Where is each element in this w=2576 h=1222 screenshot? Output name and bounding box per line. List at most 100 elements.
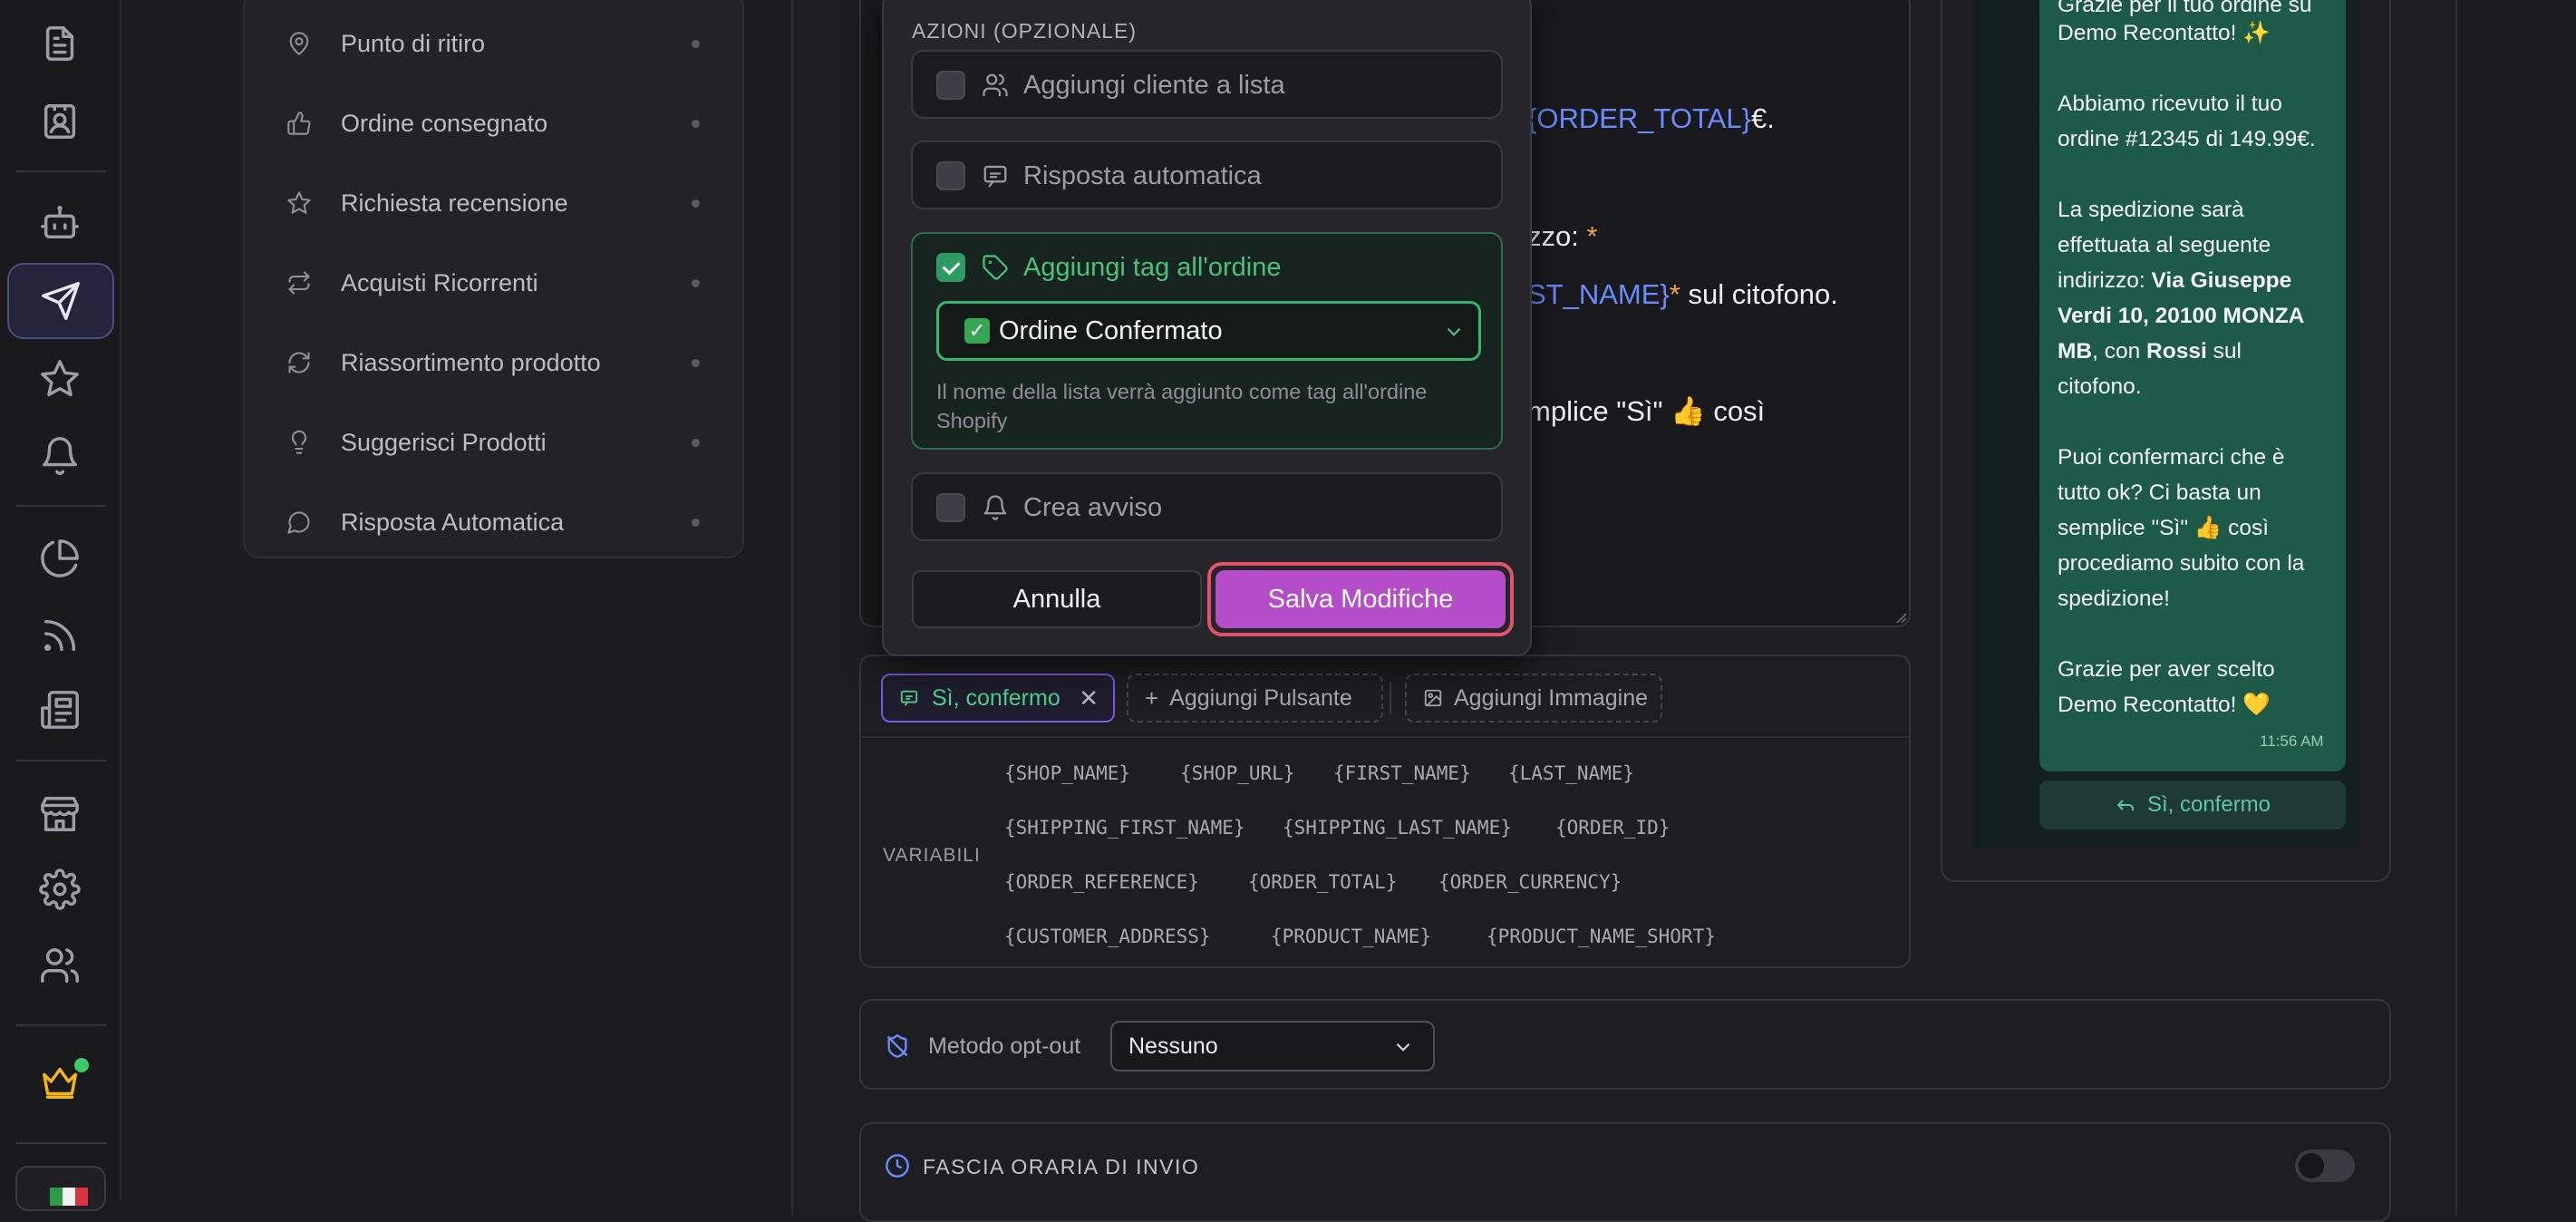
menu-item-punto-di-ritiro[interactable]: Punto di ritiro xyxy=(286,24,721,63)
action-add-to-list[interactable]: Aggiungi cliente a lista xyxy=(911,50,1503,119)
remove-chip-icon[interactable]: ✕ xyxy=(1079,684,1099,713)
message-reply-icon xyxy=(900,690,918,706)
status-dot xyxy=(74,1058,89,1072)
message-time: 11:56 AM xyxy=(2260,732,2324,750)
send-time-window-label: FASCIA ORARIA DI INVIO xyxy=(923,1155,1200,1178)
menu-item-dot xyxy=(692,278,700,287)
flows-menu: Punto di ritiro Ordine consegnato Richie… xyxy=(243,0,744,558)
variable-token[interactable]: {ORDER_REFERENCE} xyxy=(1004,871,1199,893)
menu-item-richiesta-recensione[interactable]: Richiesta recensione xyxy=(286,183,721,223)
checkbox[interactable] xyxy=(936,161,965,190)
send-time-window-section: FASCIA ORARIA DI INVIO xyxy=(859,1122,2391,1222)
lightbulb-icon xyxy=(291,430,306,454)
variable-token[interactable]: {SHOP_URL} xyxy=(1180,762,1294,784)
image-icon xyxy=(1424,689,1442,707)
cancel-button[interactable]: Annulla xyxy=(912,570,1202,628)
preview-line: ordine #12345 di 149.99€. xyxy=(2058,127,2316,151)
variable-token[interactable]: {PRODUCT_NAME} xyxy=(1271,926,1431,947)
contact-card-icon[interactable] xyxy=(30,92,90,151)
menu-item-dot xyxy=(692,358,700,367)
message-line-2: zzo: * xyxy=(1527,220,1598,252)
chevron-down-icon xyxy=(1396,1043,1410,1052)
variable-token[interactable]: {LAST_NAME} xyxy=(1508,762,1634,784)
menu-item-dot xyxy=(692,119,700,128)
rail-divider xyxy=(15,505,106,507)
resize-handle-icon[interactable] xyxy=(1893,609,1907,624)
variable-token[interactable]: {SHOP_NAME} xyxy=(1004,762,1130,784)
optout-value: Nessuno xyxy=(1128,1033,1218,1059)
order-tag-select[interactable]: ✓ Ordine Confermato xyxy=(936,301,1481,361)
order-tag-hint: Il nome della lista verrà aggiunto come … xyxy=(936,380,1428,432)
settings-icon[interactable] xyxy=(30,859,90,919)
store-icon[interactable] xyxy=(30,784,90,844)
menu-item-suggerisci-prodotti[interactable]: Suggerisci Prodotti xyxy=(286,422,721,462)
add-button-button[interactable]: + Aggiungi Pulsante xyxy=(1127,674,1383,723)
preview-line: Grazie per aver scelto xyxy=(2058,657,2275,682)
send-time-window-toggle[interactable] xyxy=(2295,1149,2355,1182)
menu-item-dot xyxy=(692,518,700,527)
thumbs-up-icon xyxy=(287,112,311,135)
add-image-button[interactable]: Aggiungi Immagine xyxy=(1405,674,1662,723)
checkbox-checked[interactable] xyxy=(936,253,965,282)
newspaper-icon[interactable] xyxy=(30,680,90,740)
action-label: Aggiungi tag all'ordine xyxy=(1023,252,1282,282)
action-label: Risposta automatica xyxy=(1023,160,1262,190)
users-icon[interactable] xyxy=(30,936,90,995)
preview-line: Demo Recontatto! ✨ xyxy=(2058,21,2271,45)
refresh-icon xyxy=(288,352,310,373)
variable-token[interactable]: {SHIPPING_LAST_NAME} xyxy=(1283,817,1512,839)
preview-line: spedizione! xyxy=(2058,587,2170,611)
action-create-alert[interactable]: Crea avviso xyxy=(911,472,1503,541)
preview-line: semplice "Sì" 👍 così xyxy=(2058,516,2270,540)
menu-item-label: Suggerisci Prodotti xyxy=(341,428,547,456)
send-icon[interactable] xyxy=(7,263,114,339)
preview-reply-button: Sì, confermo xyxy=(2039,781,2346,829)
variable-token[interactable]: {ORDER_TOTAL} xyxy=(1248,871,1397,893)
star-icon xyxy=(287,191,311,214)
variable-token[interactable]: {CUSTOMER_ADDRESS} xyxy=(1004,926,1211,947)
pie-chart-icon[interactable] xyxy=(30,529,90,588)
menu-item-dot xyxy=(692,199,700,208)
users-icon xyxy=(983,73,1008,97)
menu-item-label: Ordine consegnato xyxy=(341,109,548,137)
buttons-variables-panel: Sì, confermo ✕ + Aggiungi Pulsante Aggiu… xyxy=(859,655,1911,968)
optout-select[interactable]: Nessuno xyxy=(1110,1021,1435,1072)
order-tag-value: Ordine Confermato xyxy=(999,315,1223,345)
preview-line: La spedizione sarà xyxy=(2058,198,2244,222)
checkbox[interactable] xyxy=(936,71,965,100)
buttons-divider xyxy=(1390,682,1391,714)
action-label: Crea avviso xyxy=(1023,492,1163,522)
preview-line: indirizzo: Via Giuseppe xyxy=(2058,268,2292,293)
bell-icon[interactable] xyxy=(30,426,90,486)
menu-item-label: Acquisti Ricorrenti xyxy=(341,268,538,296)
action-auto-reply[interactable]: Risposta automatica xyxy=(911,141,1503,209)
language-flag-icon[interactable] xyxy=(15,1166,106,1211)
shield-off-icon xyxy=(886,1034,908,1058)
star-icon[interactable] xyxy=(30,349,90,409)
document-icon[interactable] xyxy=(30,14,90,73)
preview-line: tutto ok? Ci basta un xyxy=(2058,480,2261,505)
preview-line: procediamo subito con la xyxy=(2058,551,2305,576)
menu-item-risposta-automatica[interactable]: Risposta Automatica xyxy=(286,502,721,542)
check-mark-icon: ✓ xyxy=(964,318,990,344)
variable-token[interactable]: {SHIPPING_FIRST_NAME} xyxy=(1004,817,1245,839)
repeat-icon xyxy=(288,271,310,295)
variable-token[interactable]: {ORDER_ID} xyxy=(1555,817,1670,839)
variable-token[interactable]: {PRODUCT_NAME_SHORT} xyxy=(1487,926,1716,947)
rss-icon[interactable] xyxy=(30,606,90,665)
checkbox[interactable] xyxy=(936,493,965,522)
preview-line: Puoi confermarci che è xyxy=(2058,445,2285,470)
variable-token[interactable]: {FIRST_NAME} xyxy=(1333,762,1471,784)
menu-item-riassortimento-prodotto[interactable]: Riassortimento prodotto xyxy=(286,343,721,383)
save-button[interactable]: Salva Modifiche xyxy=(1215,570,1506,628)
menu-item-acquisti-ricorrenti[interactable]: Acquisti Ricorrenti xyxy=(286,263,721,303)
menu-item-label: Riassortimento prodotto xyxy=(341,348,601,376)
menu-item-label: Punto di ritiro xyxy=(341,29,486,57)
reply-button-chip[interactable]: Sì, confermo ✕ xyxy=(881,674,1115,723)
action-add-order-tag[interactable]: Aggiungi tag all'ordine ✓ Ordine Conferm… xyxy=(911,232,1503,450)
tag-icon xyxy=(983,255,1008,280)
bot-icon[interactable] xyxy=(30,193,90,253)
menu-item-ordine-consegnato[interactable]: Ordine consegnato xyxy=(286,103,721,143)
variable-token[interactable]: {ORDER_CURRENCY} xyxy=(1438,871,1622,893)
menu-item-dot xyxy=(692,39,700,48)
